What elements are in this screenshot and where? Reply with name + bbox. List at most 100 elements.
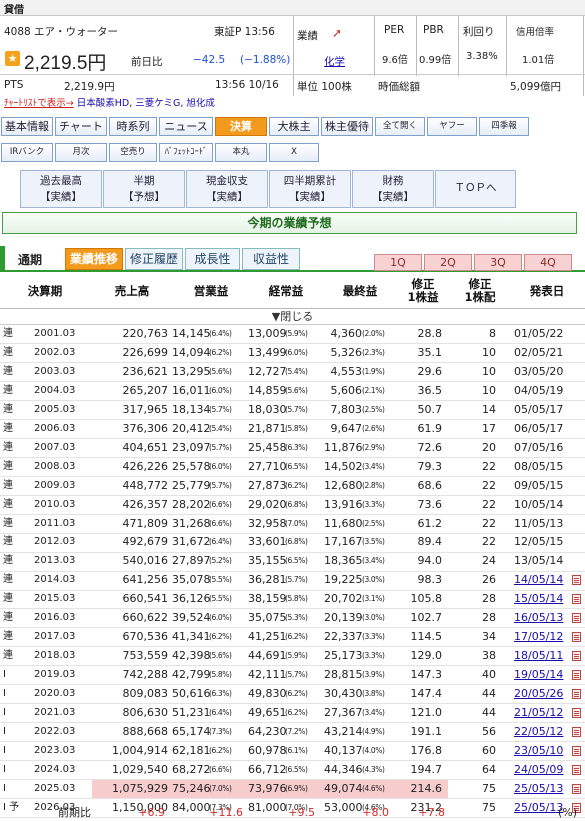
cell-n: 4,360 [330, 327, 363, 340]
tab-daikabunushi[interactable]: 大株主 [269, 117, 319, 136]
tab-3q[interactable]: 3Q [474, 254, 522, 271]
tab-yahoo[interactable]: ヤフー [427, 117, 477, 136]
subnav-top[interactable]: ＴＯＰへ [435, 170, 516, 208]
tab-yutai[interactable]: 株主優待 [321, 117, 373, 136]
cell-e: 72.6 [417, 440, 443, 454]
stock-price: 2,219.5円 [24, 53, 107, 74]
cell-o: 65,174 [172, 724, 211, 738]
cell-dt: 09/05/15 [514, 478, 564, 492]
cell-s: 1,075,929 [112, 781, 168, 795]
cell-r: 29,020 [248, 497, 287, 511]
cell-k: 連 [3, 441, 13, 453]
cell-or: (7.3%) [209, 726, 232, 736]
tab-2q[interactable]: 2Q [424, 254, 472, 271]
cell-p: 2001.03 [34, 328, 76, 339]
cell-rr: (5.3%) [285, 613, 308, 623]
cell-n: 44,346 [324, 762, 363, 776]
cell-rr: (6.2%) [285, 708, 308, 717]
tab-karauri[interactable]: 空売り [109, 143, 157, 162]
cell-or: (6.2%) [209, 745, 232, 755]
related-link-2[interactable]: 三菱ケミG [135, 98, 180, 109]
tab-profitability[interactable]: 収益性 [242, 248, 300, 270]
yoy-ord: +9.5 [288, 806, 315, 819]
cell-k: 連 [3, 631, 13, 643]
cell-d: 34 [482, 630, 496, 644]
tab-4q[interactable]: 4Q [524, 254, 572, 271]
cell-dt: 10/05/14 [514, 497, 564, 511]
sector-link[interactable]: 化学 [324, 54, 345, 69]
cell-d: 14 [482, 402, 496, 416]
related-link-1[interactable]: 日本酸素HD [77, 98, 129, 109]
cell-d: 10 [482, 345, 496, 359]
tab-buffett[interactable]: ﾊﾞﾌｪｯﾄｺｰﾄﾞ [159, 143, 213, 162]
cell-rr: (5.6%) [285, 385, 308, 395]
star-icon[interactable]: ★ [5, 51, 20, 66]
tab-chart[interactable]: チャート [55, 117, 107, 136]
mcap-value: 5,099億円 [510, 81, 562, 93]
tab-irbank[interactable]: IRバンク [1, 143, 53, 162]
cell-rr: (7.2%) [285, 726, 308, 736]
cell-or: (6.4%) [209, 329, 232, 338]
subnav-half[interactable]: 半期 【予想】 [103, 170, 185, 208]
report-doc-icon[interactable] [572, 745, 581, 756]
tab-open-all[interactable]: 全て開く [375, 117, 425, 136]
cell-e: 114.5 [410, 630, 443, 644]
tab-kihon[interactable]: 基本情報 [1, 117, 53, 136]
cell-e: 94.0 [417, 554, 443, 568]
tab-jikeiretsu[interactable]: 時系列 [109, 117, 157, 136]
close-toggle[interactable]: ▼閉じる [0, 309, 585, 325]
report-doc-icon[interactable] [572, 708, 581, 718]
cell-k: 連 [3, 517, 13, 529]
report-doc-icon[interactable] [572, 689, 581, 700]
report-doc-icon[interactable] [572, 726, 581, 737]
cell-e: 79.3 [417, 459, 443, 473]
cell-dt: 03/05/20 [514, 364, 564, 378]
cell-s: 660,541 [122, 592, 169, 606]
subnav-record[interactable]: 過去最高 【実績】 [20, 170, 102, 208]
tab-1q[interactable]: 1Q [374, 254, 422, 271]
col-ord: 経常益 [268, 283, 304, 298]
table-row: 連 2006.03 376,306 20,412 (5.4%) 21,871 (5.8%) 9… [0, 420, 585, 439]
cell-r: 49,830 [248, 687, 287, 701]
cell-s: 670,536 [122, 630, 169, 644]
cell-p: 2005.03 [34, 403, 76, 415]
cell-k: 連 [3, 328, 13, 339]
table-row: I 2023.03 1,004,914 62,181 (6.2%) 60,978 (6.1%… [0, 742, 585, 762]
report-doc-icon[interactable] [572, 632, 581, 643]
cell-s: 265,207 [122, 383, 169, 397]
report-doc-icon[interactable] [572, 783, 581, 794]
cell-d: 22 [482, 478, 496, 492]
cell-n: 7,803 [330, 402, 363, 416]
subnav-finance[interactable]: 財務 【実績】 [352, 170, 434, 208]
report-doc-icon[interactable] [572, 764, 581, 775]
report-doc-icon[interactable] [572, 594, 581, 605]
cell-k: 連 [3, 479, 13, 491]
tab-x[interactable]: X [269, 143, 319, 162]
report-doc-icon[interactable] [572, 575, 581, 586]
cell-k: I [3, 669, 6, 681]
tab-honmaru[interactable]: 本丸 [215, 143, 267, 162]
tab-revisions[interactable]: 修正履歴 [125, 248, 183, 270]
price-change: −42.5 [193, 54, 226, 66]
cell-rr: (6.5%) [285, 764, 308, 774]
gyoseki-label[interactable]: 業績 [297, 28, 318, 43]
tab-news[interactable]: ニュース [159, 117, 213, 136]
cell-s: 426,226 [122, 459, 169, 473]
yield-label: 利回り [463, 26, 495, 38]
report-doc-icon[interactable] [572, 613, 581, 624]
tab-shikiho[interactable]: 四季報 [479, 117, 529, 136]
col-op: 営業益 [193, 283, 229, 298]
report-doc-icon[interactable] [572, 670, 581, 681]
tab-growth[interactable]: 成長性 [185, 248, 240, 270]
chartlist-link[interactable]: ﾁｬｰﾄﾘｽﾄで表示→ [4, 98, 74, 109]
cell-o: 68,272 [172, 762, 211, 776]
forecast-banner[interactable]: 今期の業績予想 [2, 212, 577, 234]
tab-performance[interactable]: 業績推移 [65, 248, 123, 270]
cell-p: 2017.03 [34, 631, 76, 643]
report-doc-icon[interactable] [572, 651, 581, 662]
subnav-cash[interactable]: 現金収支 【実績】 [186, 170, 268, 208]
subnav-quarter[interactable]: 四半期累計 【実績】 [269, 170, 351, 208]
tab-kessan[interactable]: 決算 [215, 117, 267, 136]
tab-monthly[interactable]: 月次 [55, 143, 107, 162]
related-link-3[interactable]: 旭化成 [186, 98, 215, 109]
